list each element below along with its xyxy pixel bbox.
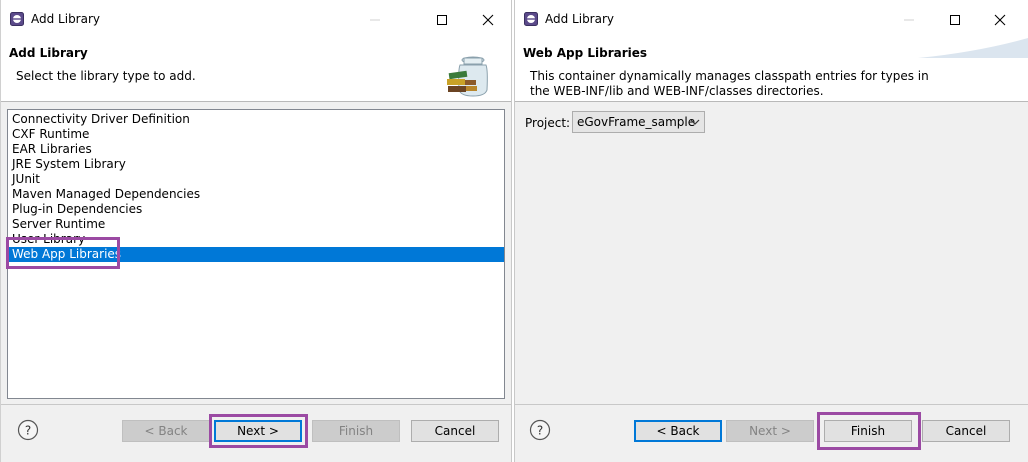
list-item[interactable]: User Library xyxy=(8,232,504,247)
add-library-dialog-left: Add Library Add Library Select the libra… xyxy=(0,0,512,462)
minimize-icon xyxy=(370,19,380,21)
title-bar: Add Library xyxy=(515,0,1028,38)
maximize-button[interactable] xyxy=(420,6,464,34)
minimize-button[interactable] xyxy=(353,6,397,34)
finish-button[interactable]: Finish xyxy=(312,420,400,442)
finish-button[interactable]: Finish xyxy=(824,420,912,442)
eclipse-app-icon xyxy=(10,12,24,26)
help-icon[interactable]: ? xyxy=(17,419,39,441)
wizard-header: Add Library Select the library type to a… xyxy=(1,38,511,102)
svg-text:?: ? xyxy=(25,424,31,438)
eclipse-app-icon xyxy=(524,12,538,26)
list-item[interactable]: EAR Libraries xyxy=(8,142,504,157)
maximize-button[interactable] xyxy=(933,6,977,34)
list-item[interactable]: Connectivity Driver Definition xyxy=(8,112,504,127)
cancel-button[interactable]: Cancel xyxy=(411,420,499,442)
add-library-dialog-right: Add Library Web App Libraries This conta… xyxy=(514,0,1028,462)
close-icon xyxy=(482,14,494,26)
project-label: Project: xyxy=(525,116,571,130)
wizard-header: Web App Libraries This container dynamic… xyxy=(515,38,1028,102)
close-button[interactable] xyxy=(978,6,1022,34)
back-button[interactable]: < Back xyxy=(634,420,722,442)
library-jar-banner-icon xyxy=(447,56,488,97)
button-bar-separator xyxy=(515,404,1028,405)
maximize-icon xyxy=(950,15,960,25)
list-item[interactable]: Plug-in Dependencies xyxy=(8,202,504,217)
next-button[interactable]: Next > xyxy=(726,420,814,442)
banner-decoration xyxy=(918,38,1028,58)
back-button[interactable]: < Back xyxy=(122,420,210,442)
close-icon xyxy=(994,14,1006,26)
page-title: Add Library xyxy=(9,46,88,60)
library-type-list[interactable]: Connectivity Driver Definition CXF Runtim… xyxy=(7,109,505,399)
button-bar-separator xyxy=(1,404,511,405)
list-item[interactable]: Web App Libraries xyxy=(8,247,504,262)
help-icon[interactable]: ? xyxy=(529,419,551,441)
close-button[interactable] xyxy=(466,6,510,34)
window-title: Add Library xyxy=(545,12,615,26)
page-message-line1: This container dynamically manages class… xyxy=(530,69,929,83)
page-message-line2: the WEB-INF/lib and WEB-INF/classes dire… xyxy=(530,84,824,98)
page-title: Web App Libraries xyxy=(523,46,648,60)
svg-text:?: ? xyxy=(537,424,543,438)
next-button[interactable]: Next > xyxy=(214,420,302,442)
minimize-button[interactable] xyxy=(887,6,931,34)
list-item[interactable]: JRE System Library xyxy=(8,157,504,172)
project-dropdown[interactable]: eGovFrame_sample xyxy=(572,111,705,133)
cancel-button[interactable]: Cancel xyxy=(922,420,1010,442)
window-title: Add Library xyxy=(31,12,101,26)
list-item[interactable]: Maven Managed Dependencies xyxy=(8,187,504,202)
maximize-icon xyxy=(437,15,447,25)
list-item[interactable]: JUnit xyxy=(8,172,504,187)
list-item[interactable]: Server Runtime xyxy=(8,217,504,232)
page-message: Select the library type to add. xyxy=(16,69,196,83)
title-bar: Add Library xyxy=(1,0,511,38)
project-dropdown-value: eGovFrame_sample xyxy=(577,115,696,129)
dropdown-arrow-icon xyxy=(690,119,700,125)
list-item[interactable]: CXF Runtime xyxy=(8,127,504,142)
page-message: This container dynamically manages class… xyxy=(530,69,950,99)
minimize-icon xyxy=(904,19,914,21)
